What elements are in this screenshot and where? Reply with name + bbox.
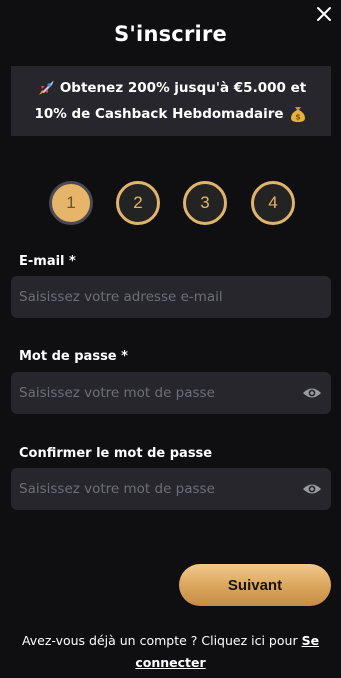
- confirm-password-input[interactable]: [11, 480, 301, 498]
- promo-text-2: 10% de Cashback Hebdomadaire: [34, 106, 284, 122]
- password-field-container: [11, 372, 331, 414]
- step-2[interactable]: 2: [116, 181, 160, 225]
- step-4[interactable]: 4: [251, 181, 295, 225]
- eye-icon: [303, 388, 321, 398]
- show-password-toggle[interactable]: [301, 382, 323, 404]
- email-field-container: [11, 276, 331, 318]
- eye-icon: [303, 484, 321, 494]
- email-input[interactable]: [11, 288, 331, 306]
- promo-text-1: Obtenez 200% jusqu'à €5.000 et: [59, 80, 307, 96]
- close-icon: [317, 7, 331, 21]
- money-bag-icon: $: [290, 107, 305, 122]
- step-3[interactable]: 3: [183, 181, 227, 225]
- next-button[interactable]: Suivant: [179, 564, 331, 606]
- password-label: Mot de passe *: [19, 349, 128, 364]
- step-indicator: 1 2 3 4: [0, 181, 341, 225]
- login-prompt-text: Avez-vous déjà un compte ? Cliquez ici p…: [21, 633, 302, 648]
- step-4-label: 4: [268, 193, 278, 212]
- password-input[interactable]: [11, 384, 301, 402]
- step-3-label: 3: [200, 193, 210, 212]
- login-prompt: Avez-vous déjà un compte ? Cliquez ici p…: [0, 630, 341, 674]
- step-1-label: 1: [66, 193, 76, 212]
- step-1[interactable]: 1: [49, 181, 93, 225]
- email-label: E-mail *: [19, 254, 76, 269]
- promo-line-2: 10% de Cashback Hebdomadaire $: [34, 101, 307, 127]
- step-2-label: 2: [133, 193, 143, 212]
- confirm-password-label: Confirmer le mot de passe: [19, 446, 213, 461]
- svg-text:$: $: [295, 113, 301, 122]
- confirm-password-field-container: [11, 468, 331, 510]
- show-confirm-password-toggle[interactable]: [301, 478, 323, 500]
- promo-line-1: Obtenez 200% jusqu'à €5.000 et: [36, 75, 306, 101]
- modal-title: S'inscrire: [114, 22, 227, 46]
- promo-banner: Obtenez 200% jusqu'à €5.000 et 10% de Ca…: [11, 66, 331, 136]
- rocket-icon: [38, 80, 54, 95]
